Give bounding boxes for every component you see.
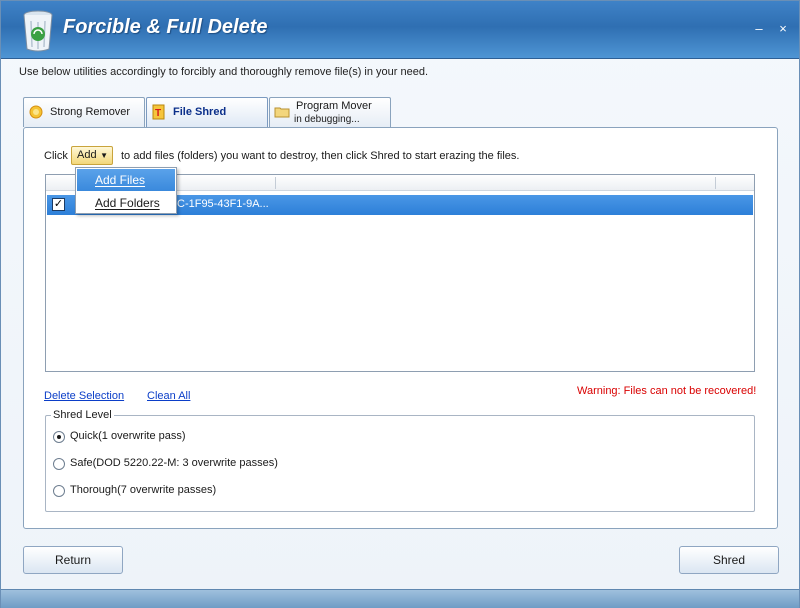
return-button[interactable]: Return xyxy=(23,546,123,574)
radio-button[interactable] xyxy=(53,431,65,443)
tab-label: Program Mover xyxy=(296,100,372,112)
warning-text: Warning: Files can not be recovered! xyxy=(577,385,757,397)
menu-item-add-folders[interactable]: Add Folders xyxy=(77,192,175,214)
shred-button[interactable]: Shred xyxy=(679,546,779,574)
add-menu: Add Files Add Folders xyxy=(75,167,177,214)
click-label: Click xyxy=(44,150,68,162)
radio-label: Thorough(7 overwrite passes) xyxy=(70,484,217,496)
window-title: Forcible & Full Delete xyxy=(63,16,268,38)
app-window: Forcible & Full Delete – × Use below uti… xyxy=(0,0,800,608)
recycle-bin-icon xyxy=(23,10,53,52)
sun-icon xyxy=(29,105,43,119)
shred-level-title: Shred Level xyxy=(51,409,114,421)
row-checkbox[interactable]: ✓ xyxy=(52,198,65,211)
radio-button[interactable] xyxy=(53,458,65,470)
instruction-text: Use below utilities accordingly to forci… xyxy=(19,66,429,78)
add-button-label: Add xyxy=(77,149,97,161)
add-dropdown-button[interactable]: Add ▼ xyxy=(71,146,113,165)
delete-selection-link[interactable]: Delete Selection xyxy=(44,390,124,402)
tab-strong-remover[interactable]: Strong Remover xyxy=(23,97,145,127)
close-button[interactable]: × xyxy=(775,21,791,37)
tab-file-shred[interactable]: T File Shred xyxy=(146,97,268,127)
status-bar xyxy=(1,589,799,608)
menu-item-label: Add Folders xyxy=(95,196,160,210)
folder-icon xyxy=(274,107,290,118)
menu-item-label: Add Files xyxy=(95,173,146,187)
column-separator[interactable] xyxy=(275,177,276,189)
column-separator[interactable] xyxy=(715,177,716,189)
radio-label: Quick(1 overwrite pass) xyxy=(70,430,186,442)
clean-all-link[interactable]: Clean All xyxy=(147,390,190,402)
tab-sublabel: in debugging... xyxy=(294,114,360,125)
title-bar: Forcible & Full Delete – × xyxy=(1,1,799,59)
menu-item-add-files[interactable]: Add Files xyxy=(77,169,175,191)
tab-program-mover[interactable]: Program Mover in debugging... xyxy=(269,97,391,127)
minimize-button[interactable]: – xyxy=(751,21,767,37)
radio-label: Safe(DOD 5220.22-M: 3 overwrite passes) xyxy=(70,457,278,469)
radio-button[interactable] xyxy=(53,485,65,497)
tab-label: File Shred xyxy=(173,106,227,118)
shred-icon: T xyxy=(152,104,165,120)
tab-label: Strong Remover xyxy=(50,106,131,118)
svg-text:T: T xyxy=(155,108,161,119)
add-instruction-text: to add files (folders) you want to destr… xyxy=(121,150,520,162)
file-name: C-1F95-43F1-9A... xyxy=(177,198,269,210)
chevron-down-icon: ▼ xyxy=(100,151,108,160)
